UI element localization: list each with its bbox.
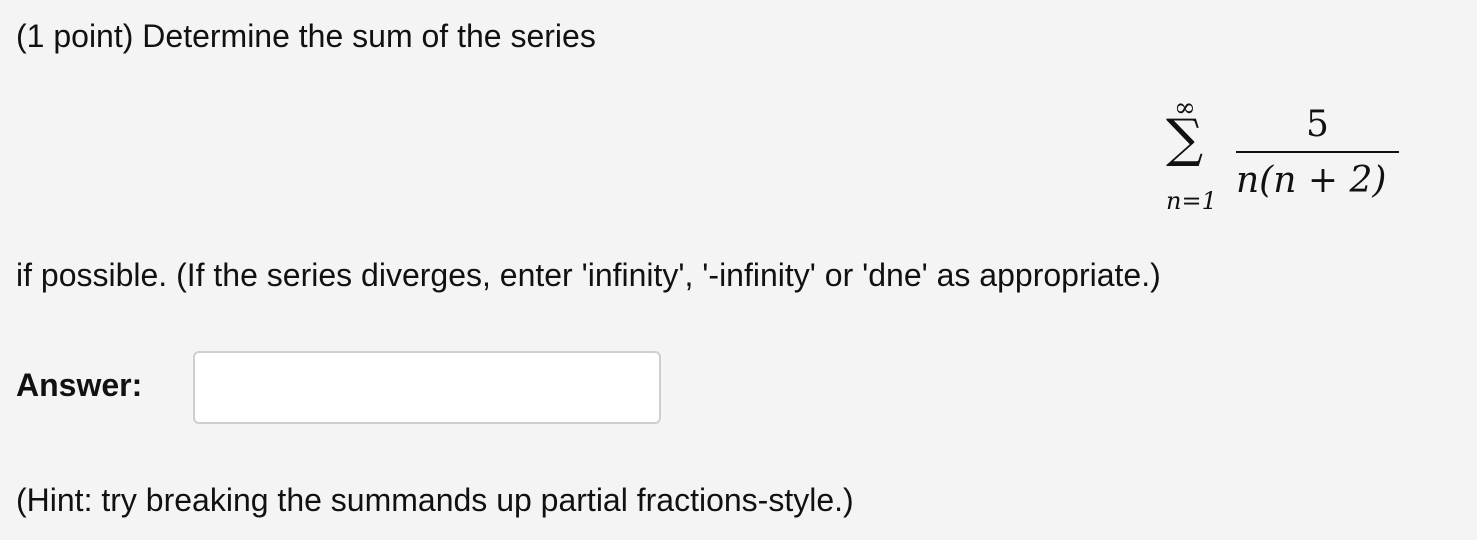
problem-statement: (1 point) Determine the sum of the serie… bbox=[16, 18, 596, 54]
problem-instructions: if possible. (If the series diverges, en… bbox=[16, 257, 1161, 293]
sum-lower-limit: n=1 bbox=[1166, 187, 1217, 215]
answer-label: Answer: bbox=[16, 367, 143, 403]
series-formula: ∞ ∑ n=1 5 n(n + 2) bbox=[1150, 95, 1410, 225]
fraction-numerator: 5 bbox=[1306, 104, 1329, 145]
fraction-denominator: n(n + 2) bbox=[1236, 160, 1387, 201]
hint-text: (Hint: try breaking the summands up part… bbox=[16, 482, 854, 518]
sigma-symbol: ∑ bbox=[1166, 109, 1204, 169]
fraction-bar bbox=[1236, 151, 1399, 153]
answer-input[interactable] bbox=[193, 351, 661, 424]
